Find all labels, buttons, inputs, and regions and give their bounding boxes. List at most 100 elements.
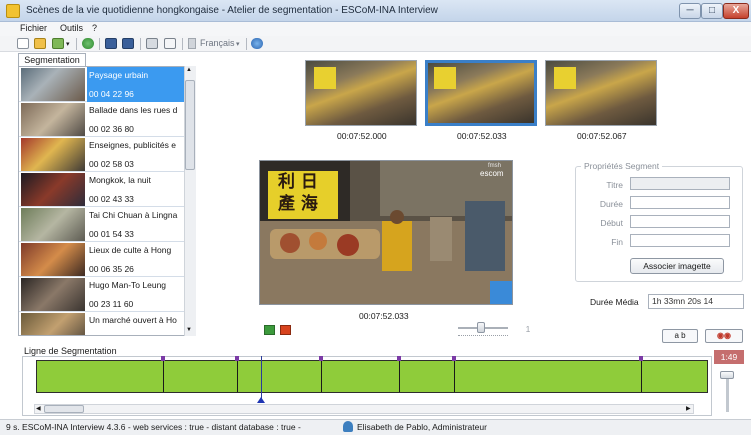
- fin-input[interactable]: [630, 234, 730, 247]
- language-select[interactable]: Français: [200, 38, 235, 48]
- toolbar-separator: [140, 38, 141, 50]
- segmentation-timeline[interactable]: [36, 356, 708, 393]
- stop-icon[interactable]: [280, 325, 291, 335]
- window-title: Scènes de la vie quotidienne hongkongais…: [26, 5, 438, 16]
- segment-thumbnail: [21, 138, 85, 171]
- segment-divider[interactable]: [321, 361, 322, 392]
- sign-image: [554, 67, 576, 89]
- menu-fichier[interactable]: Fichier: [20, 23, 47, 33]
- titre-input[interactable]: [630, 177, 730, 190]
- help-icon[interactable]: [251, 38, 263, 49]
- segment-title: Enseignes, publicités e: [89, 140, 176, 150]
- segment-item[interactable]: Mongkok, la nuit 00 02 43 33: [19, 172, 186, 207]
- tab-segmentation[interactable]: Segmentation: [18, 53, 86, 66]
- frame-thumbnail[interactable]: [545, 60, 657, 126]
- scroll-left-icon[interactable]: ◀: [36, 405, 41, 412]
- refresh-icon[interactable]: [82, 38, 94, 49]
- chevron-down-icon[interactable]: ▾: [236, 40, 240, 48]
- properties-legend: Propriétés Segment: [581, 161, 663, 171]
- timeline-scrollbar[interactable]: [34, 404, 694, 414]
- segment-item[interactable]: Tai Chi Chuan à Lingna 00 01 54 33: [19, 207, 186, 242]
- segment-title: Hugo Man-To Leung: [89, 280, 167, 290]
- toolbar-separator: [182, 38, 183, 50]
- segment-time: 00 02 43 33: [89, 194, 134, 204]
- slider-thumb[interactable]: [477, 322, 485, 333]
- segment-item[interactable]: Enseignes, publicités e 00 02 58 03: [19, 137, 186, 172]
- segment-time: 00 04 22 96: [89, 89, 134, 99]
- segment-item[interactable]: Ballade dans les rues d 00 02 36 80: [19, 102, 186, 137]
- capture-icon[interactable]: ◉◉: [705, 329, 743, 343]
- scroll-up-icon[interactable]: ▲: [186, 67, 192, 73]
- save-as-icon[interactable]: [122, 38, 134, 49]
- play-icon[interactable]: [264, 325, 275, 335]
- close-button[interactable]: X: [723, 3, 749, 19]
- segment-thumbnail: [21, 313, 85, 335]
- playhead[interactable]: [261, 356, 262, 400]
- new-document-icon[interactable]: [17, 38, 29, 49]
- segment-time: 00 02 36 80: [89, 124, 134, 134]
- segment-divider[interactable]: [399, 361, 400, 392]
- segment-divider[interactable]: [163, 361, 164, 392]
- user-icon: [343, 421, 353, 432]
- segment-marker[interactable]: [452, 356, 456, 361]
- print-icon[interactable]: [146, 38, 158, 49]
- segment-item[interactable]: Un marché ouvert à Ho: [19, 312, 186, 335]
- segment-marker[interactable]: [639, 356, 643, 361]
- ab-loop-button[interactable]: a b: [662, 329, 698, 343]
- frame-thumbnail[interactable]: [305, 60, 417, 126]
- segment-thumbnail: [21, 208, 85, 241]
- segment-title: Ballade dans les rues d: [89, 105, 178, 115]
- video-player[interactable]: 利 日 產 海 fmsh escom: [259, 160, 513, 305]
- segment-title: Paysage urbain: [89, 70, 149, 80]
- segment-item[interactable]: Paysage urbain 00 04 22 96: [19, 67, 186, 102]
- segment-time: 00 06 35 26: [89, 264, 134, 274]
- scroll-right-icon[interactable]: ▶: [686, 405, 691, 412]
- segment-thumbnail: [21, 278, 85, 311]
- fin-label: Fin: [611, 237, 623, 247]
- frame-time: 00:07:52.033: [457, 131, 507, 141]
- segment-divider[interactable]: [454, 361, 455, 392]
- segment-item[interactable]: Lieux de culte à Hong 00 06 35 26: [19, 242, 186, 277]
- segment-thumbnail: [21, 103, 85, 136]
- sign-image: [434, 67, 456, 89]
- open-folder-icon[interactable]: [34, 38, 46, 49]
- segment-divider[interactable]: [237, 361, 238, 392]
- step-value[interactable]: 1: [516, 322, 540, 336]
- menu-outils[interactable]: Outils: [60, 23, 83, 33]
- playhead-marker-icon[interactable]: [257, 397, 265, 403]
- segment-marker[interactable]: [319, 356, 323, 361]
- scrollbar-thumb[interactable]: [185, 80, 195, 170]
- associer-imagette-button[interactable]: Associer imagette: [630, 258, 724, 274]
- zoom-level: 1:49: [714, 350, 744, 364]
- scrollbar-thumb[interactable]: [44, 405, 84, 413]
- segment-divider[interactable]: [641, 361, 642, 392]
- zoom-slider-thumb[interactable]: [720, 371, 734, 379]
- segment-time: 00 23 11 60: [89, 299, 134, 309]
- segment-item[interactable]: Hugo Man-To Leung 00 23 11 60: [19, 277, 186, 312]
- scroll-down-icon[interactable]: ▼: [186, 327, 192, 333]
- segment-thumbnail: [21, 243, 85, 276]
- frame-time: 00:07:52.000: [337, 131, 387, 141]
- debut-input[interactable]: [630, 215, 730, 228]
- frame-thumbnail-selected[interactable]: [425, 60, 537, 126]
- video-sign-text: 利 日 產 海: [278, 172, 318, 214]
- timeline-title: Ligne de Segmentation: [24, 346, 117, 356]
- frame-time: 00:07:52.067: [577, 131, 627, 141]
- segment-marker[interactable]: [161, 356, 165, 361]
- minimize-button[interactable]: ─: [679, 3, 701, 19]
- save-icon[interactable]: [105, 38, 117, 49]
- duree-label: Durée: [599, 199, 623, 209]
- segment-marker[interactable]: [397, 356, 401, 361]
- titre-label: Titre: [606, 180, 623, 190]
- dropdown-arrow-icon[interactable]: ▾: [66, 40, 70, 48]
- segment-thumbnail: [21, 68, 85, 101]
- segment-marker[interactable]: [235, 356, 239, 361]
- duree-input[interactable]: [630, 196, 730, 209]
- import-icon[interactable]: [52, 38, 64, 49]
- mail-icon[interactable]: [164, 38, 176, 49]
- app-icon: [6, 4, 20, 18]
- maximize-button[interactable]: □: [701, 3, 723, 19]
- menu-help[interactable]: ?: [92, 23, 97, 33]
- debut-label: Début: [600, 218, 623, 228]
- segment-time: 00 01 54 33: [89, 229, 134, 239]
